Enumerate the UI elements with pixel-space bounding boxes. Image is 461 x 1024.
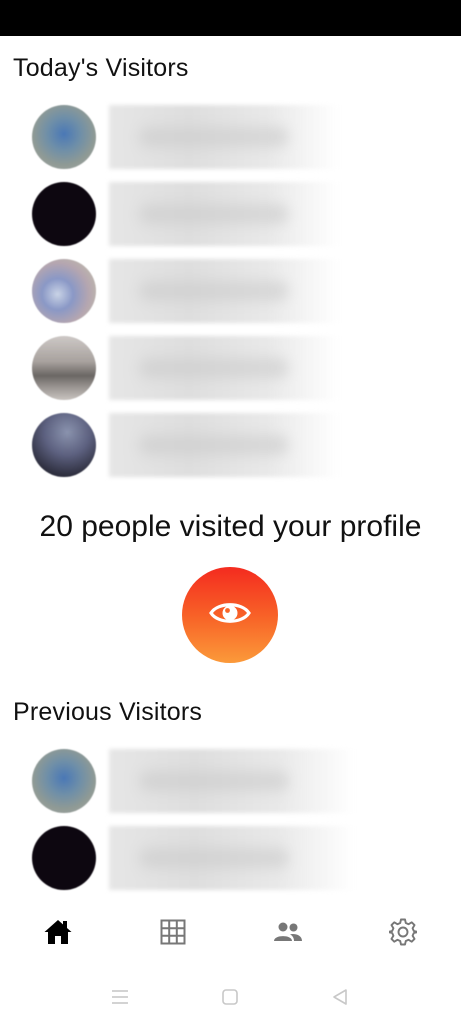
visitor-row[interactable] [32,182,362,246]
visitor-row[interactable] [32,105,362,169]
system-navigation-bar [0,970,461,1024]
visitor-row[interactable] [32,336,362,400]
visitor-row[interactable] [32,749,362,813]
nav-settings[interactable] [383,914,423,954]
reveal-visitors-button[interactable] [182,567,278,663]
blurred-name [109,259,339,323]
people-icon [273,921,303,948]
nav-home[interactable] [38,914,78,954]
avatar [32,413,96,477]
today-visitors-title: Today's Visitors [13,54,189,82]
square-icon[interactable] [217,984,243,1010]
blurred-name [109,749,354,813]
eye-icon [209,598,251,633]
avatar [32,749,96,813]
avatar [32,259,96,323]
blurred-name [109,105,339,169]
avatar [32,336,96,400]
blurred-name [109,336,339,400]
blurred-name [109,182,339,246]
visitor-row[interactable] [32,413,362,477]
blurred-name [109,413,339,477]
home-icon [43,918,73,951]
status-bar [0,0,461,36]
avatar [32,826,96,890]
blurred-name [109,826,354,890]
avatar [32,105,96,169]
menu-icon[interactable] [107,984,133,1010]
grid-icon [160,919,186,950]
back-triangle-icon[interactable] [327,984,353,1010]
nav-people[interactable] [268,914,308,954]
visited-count-text: 20 people visited your profile [39,510,422,543]
visitor-row[interactable] [32,259,362,323]
bottom-nav [0,898,461,970]
previous-visitors-title: Previous Visitors [13,698,203,726]
nav-grid[interactable] [153,914,193,954]
avatar [32,182,96,246]
gear-icon [387,918,419,951]
visitor-row[interactable] [32,826,362,890]
